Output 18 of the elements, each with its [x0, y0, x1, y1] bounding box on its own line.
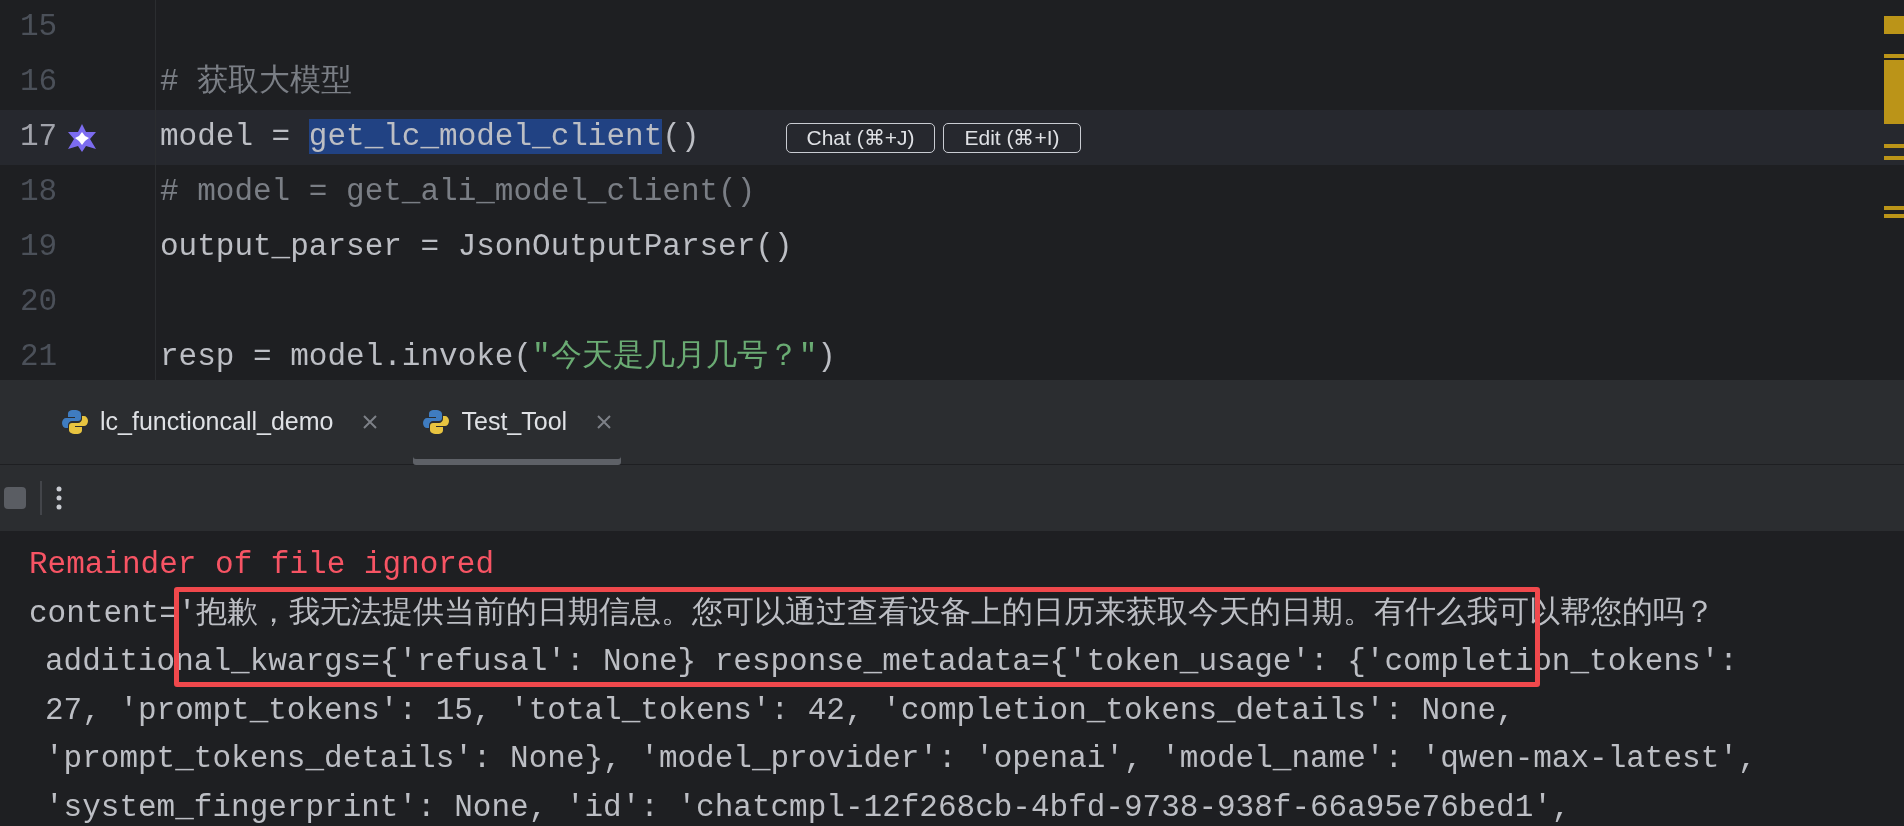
python-icon [62, 409, 88, 435]
python-icon [423, 409, 450, 435]
error-message: Remainder of file ignored [29, 547, 495, 582]
console-output-line: 'system_fingerprint': None, 'id': 'chatcmpl-12f268cb-4bfd-9738-938f-66a95e76bed1', [45, 789, 1571, 825]
console-output-line: 27, 'prompt_tokens': 15, 'total_tokens': 42, 'completion_tokens_details': None, [45, 692, 1515, 728]
code-text: output_parser = JsonOutputParser() [160, 228, 793, 267]
more-icon[interactable] [56, 486, 62, 510]
close-icon[interactable] [363, 415, 378, 429]
inline-action-button[interactable]: Chat (⌘+J) [785, 122, 936, 153]
code-text: resp = model.invoke("今天是几月几号？") [160, 338, 836, 377]
close-icon[interactable] [597, 415, 612, 429]
console-output-line: 'prompt_tokens_details': None}, 'model_provider': 'openai', 'model_name': 'qwen-max-latest', [45, 741, 1757, 776]
code-text: # 获取大模型 [160, 63, 353, 102]
run-tab[interactable]: Test_Tool [413, 379, 622, 465]
run-tab[interactable]: lc_functioncall_demo [52, 379, 388, 465]
inline-action-button[interactable]: Edit (⌘+I) [943, 122, 1081, 153]
line-number: 17 [20, 118, 58, 157]
code-text: # model = get_ali_model_client() [160, 173, 756, 212]
